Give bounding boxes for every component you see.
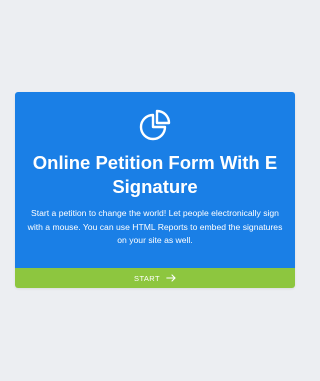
pie-chart-icon [138, 108, 172, 142]
card-title: Online Petition Form With E Signature [32, 152, 278, 197]
card-description: Start a petition to change the world! Le… [27, 208, 283, 245]
card-body: Online Petition Form With E Signature St… [15, 92, 295, 268]
arrow-right-icon [166, 274, 176, 282]
start-button-label: START [134, 273, 160, 283]
start-button[interactable]: START [15, 268, 295, 288]
template-card[interactable]: Online Petition Form With E Signature St… [15, 92, 295, 288]
